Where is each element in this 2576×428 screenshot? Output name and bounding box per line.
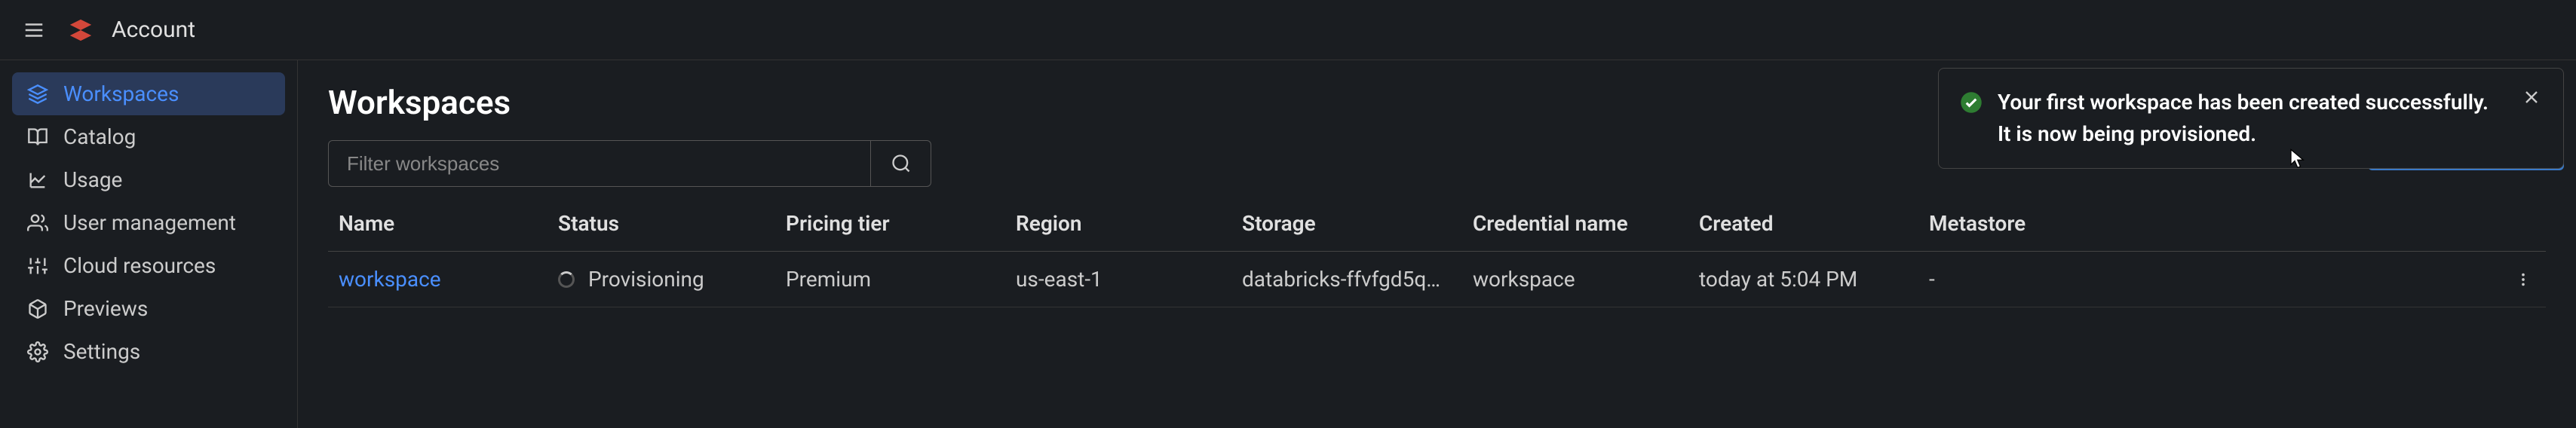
sidebar-item-label: User management [63, 210, 236, 235]
created-cell: today at 5:04 PM [1699, 267, 1929, 292]
users-icon [27, 212, 48, 234]
close-icon [2521, 87, 2542, 108]
sidebar-item-label: Previews [63, 296, 148, 321]
hamburger-icon [23, 19, 45, 41]
main-content: Your first workspace has been created su… [298, 60, 2576, 428]
kebab-icon [2515, 271, 2532, 288]
column-header-pricing-tier[interactable]: Pricing tier [786, 211, 1016, 236]
open-book-icon [27, 127, 48, 148]
sidebar-item-label: Catalog [63, 124, 136, 149]
column-header-metastore[interactable]: Metastore [1929, 211, 2501, 236]
workspace-name-link[interactable]: workspace [339, 267, 441, 292]
gear-icon [27, 341, 48, 362]
search-icon [891, 153, 912, 174]
layers-icon [27, 84, 48, 105]
table-header: Name Status Pricing tier Region Storage … [328, 211, 2546, 252]
column-header-status[interactable]: Status [558, 211, 786, 236]
status-cell: Provisioning [558, 267, 786, 292]
sidebar-item-catalog[interactable]: Catalog [12, 115, 285, 158]
sliders-icon [27, 255, 48, 277]
toast-notification: Your first workspace has been created su… [1938, 68, 2564, 169]
sidebar-item-user-management[interactable]: User management [12, 201, 285, 244]
column-header-storage[interactable]: Storage [1242, 211, 1473, 236]
column-header-name[interactable]: Name [328, 211, 558, 236]
pricing-tier-cell: Premium [786, 267, 1016, 292]
sidebar-item-label: Cloud resources [63, 253, 216, 278]
credential-name-cell: workspace [1473, 267, 1699, 292]
sidebar: Workspaces Catalog Usage User management… [0, 60, 298, 428]
workspaces-table: Name Status Pricing tier Region Storage … [328, 211, 2546, 307]
sidebar-item-workspaces[interactable]: Workspaces [12, 72, 285, 115]
column-header-credential-name[interactable]: Credential name [1473, 211, 1699, 236]
column-header-region[interactable]: Region [1016, 211, 1242, 236]
sidebar-item-usage[interactable]: Usage [12, 158, 285, 201]
row-actions-button[interactable] [2501, 271, 2546, 288]
sidebar-item-label: Settings [63, 339, 140, 364]
search-button[interactable] [871, 140, 931, 187]
chart-icon [27, 170, 48, 191]
top-bar: Account [0, 0, 2576, 60]
sidebar-item-cloud-resources[interactable]: Cloud resources [12, 244, 285, 287]
success-check-icon [1960, 91, 1983, 117]
filter-workspaces-input[interactable] [328, 140, 871, 187]
metastore-cell: - [1929, 267, 2501, 292]
region-cell: us-east-1 [1016, 267, 1242, 292]
app-title: Account [112, 17, 195, 43]
spinner-icon [558, 271, 575, 288]
cube-icon [27, 298, 48, 319]
toast-close-button[interactable] [2521, 87, 2542, 110]
sidebar-item-settings[interactable]: Settings [12, 330, 285, 373]
sidebar-item-label: Usage [63, 167, 122, 192]
table-row[interactable]: workspace Provisioning Premium us-east-1… [328, 252, 2546, 307]
sidebar-item-label: Workspaces [63, 81, 179, 106]
sidebar-item-previews[interactable]: Previews [12, 287, 285, 330]
hamburger-menu-button[interactable] [23, 19, 45, 41]
status-text: Provisioning [588, 267, 704, 292]
storage-cell: databricks-ffvfgd5q… [1242, 267, 1473, 292]
toast-message: Your first workspace has been created su… [1998, 87, 2506, 150]
column-header-created[interactable]: Created [1699, 211, 1929, 236]
databricks-logo-icon [68, 17, 94, 43]
